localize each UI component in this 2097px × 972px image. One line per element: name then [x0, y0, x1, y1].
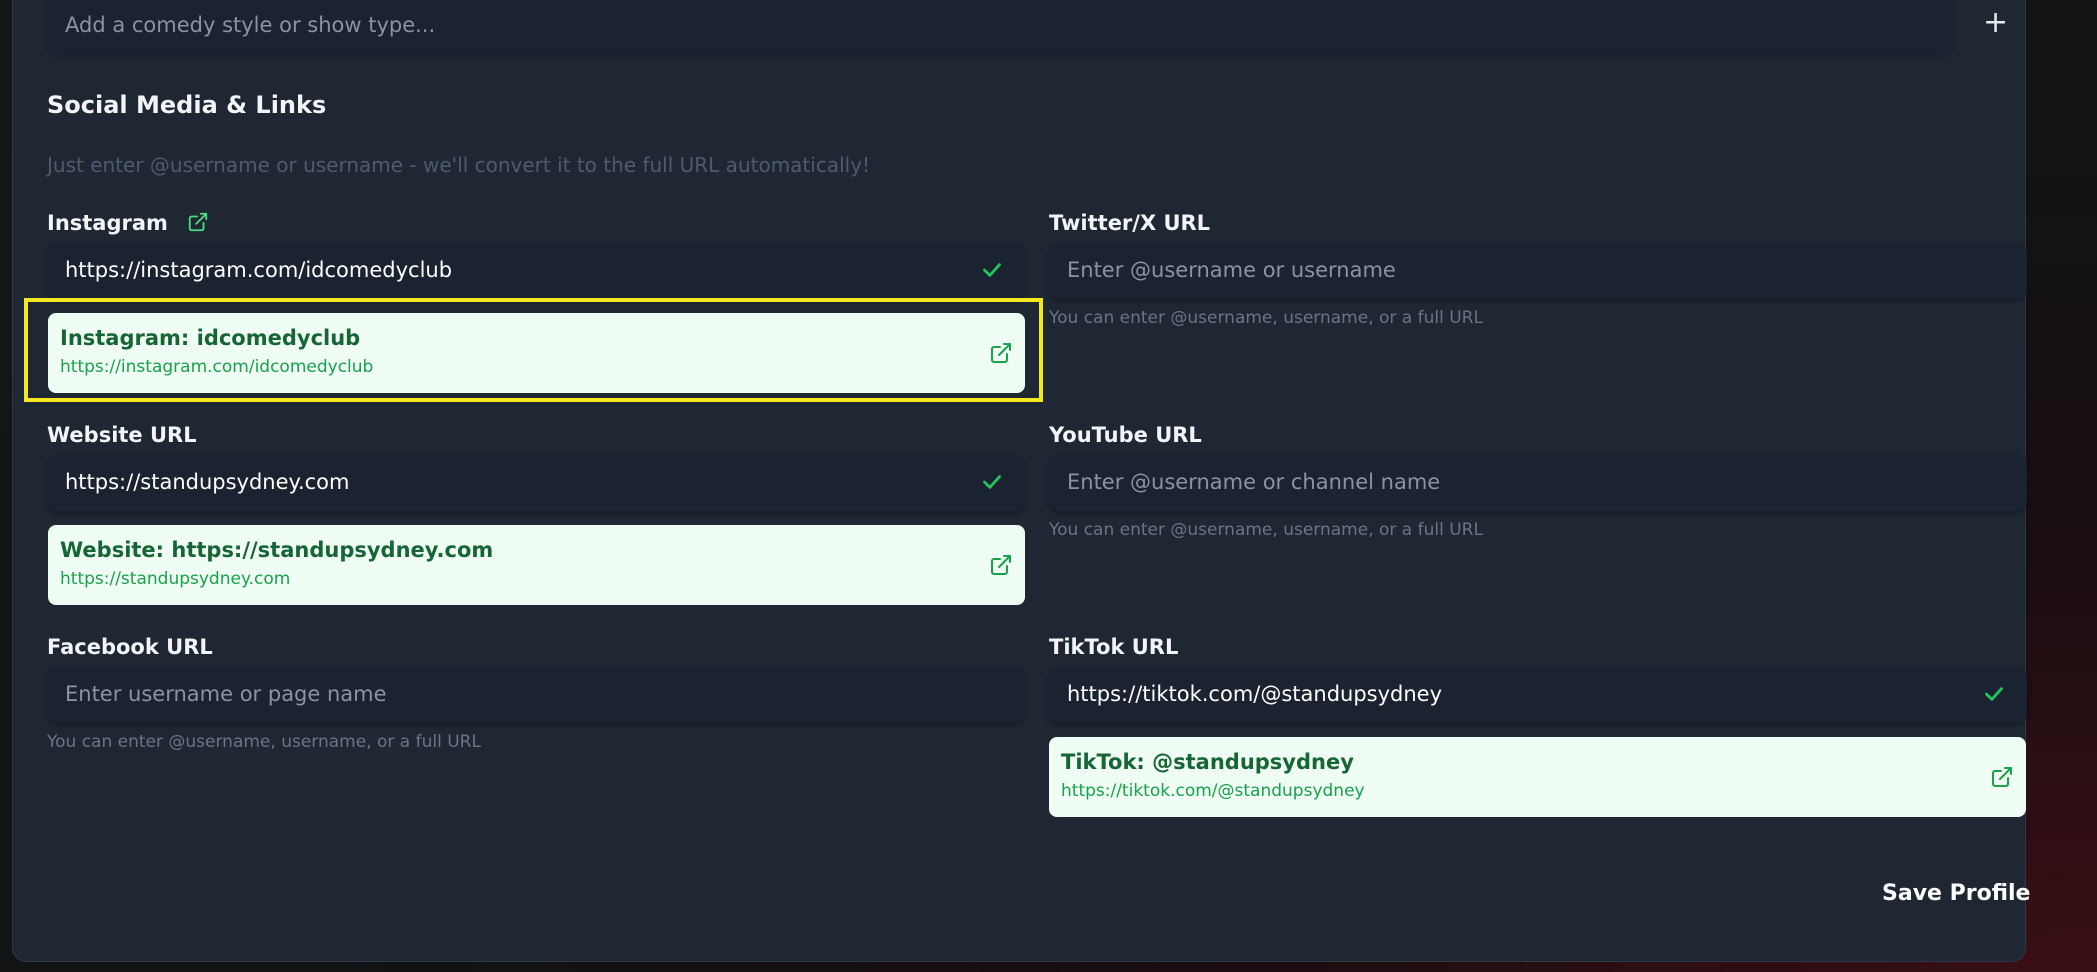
twitter-hint: You can enter @username, username, or a … — [1049, 308, 1483, 328]
check-icon — [983, 263, 1001, 277]
website-preview-title: Website: https://standupsydney.com — [60, 538, 494, 562]
tiktok-preview[interactable]: TikTok: @standupsydney https://tiktok.co… — [1049, 737, 2026, 817]
youtube-input[interactable]: Enter @username or channel name — [1049, 455, 2027, 511]
external-link-icon[interactable] — [1990, 765, 2014, 789]
comedy-style-input[interactable]: Add a comedy style or show type... — [47, 0, 1953, 55]
facebook-placeholder: Enter username or page name — [65, 682, 387, 706]
tiktok-input[interactable]: https://tiktok.com/@standupsydney — [1049, 667, 2027, 723]
instagram-label-text: Instagram — [47, 211, 168, 235]
check-icon — [983, 475, 1001, 489]
highlight-box — [24, 298, 1043, 402]
twitter-input[interactable]: Enter @username or username — [1049, 243, 2027, 299]
instagram-input[interactable]: https://instagram.com/idcomedyclub — [47, 243, 1025, 299]
add-style-button[interactable]: + — [1983, 8, 2008, 38]
tiktok-value: https://tiktok.com/@standupsydney — [1067, 682, 1443, 706]
facebook-hint: You can enter @username, username, or a … — [47, 732, 481, 752]
youtube-hint: You can enter @username, username, or a … — [1049, 520, 1483, 540]
twitter-placeholder: Enter @username or username — [1067, 258, 1396, 282]
youtube-placeholder: Enter @username or channel name — [1067, 470, 1441, 494]
website-input[interactable]: https://standupsydney.com — [47, 455, 1025, 511]
section-title: Social Media & Links — [47, 91, 327, 119]
website-preview[interactable]: Website: https://standupsydney.com https… — [48, 525, 1025, 605]
youtube-label: YouTube URL — [1049, 423, 1202, 447]
twitter-label: Twitter/X URL — [1049, 211, 1211, 235]
instagram-label: Instagram — [47, 211, 209, 235]
section-hint: Just enter @username or username - we'll… — [47, 153, 871, 177]
tiktok-label: TikTok URL — [1049, 635, 1179, 659]
website-preview-url: https://standupsydney.com — [60, 569, 291, 589]
comedy-style-placeholder: Add a comedy style or show type... — [65, 13, 436, 37]
tiktok-preview-title: TikTok: @standupsydney — [1061, 750, 1354, 774]
facebook-label: Facebook URL — [47, 635, 213, 659]
save-profile-button[interactable]: Save Profile — [1882, 881, 2030, 906]
check-icon — [1985, 687, 2003, 701]
plus-icon: + — [1983, 5, 2009, 40]
website-label: Website URL — [47, 423, 197, 447]
external-link-icon[interactable] — [989, 553, 1013, 577]
tiktok-preview-url: https://tiktok.com/@standupsydney — [1061, 781, 1365, 801]
external-link-icon[interactable] — [187, 211, 209, 233]
facebook-input[interactable]: Enter username or page name — [47, 667, 1025, 723]
instagram-value: https://instagram.com/idcomedyclub — [65, 258, 453, 282]
website-value: https://standupsydney.com — [65, 470, 350, 494]
